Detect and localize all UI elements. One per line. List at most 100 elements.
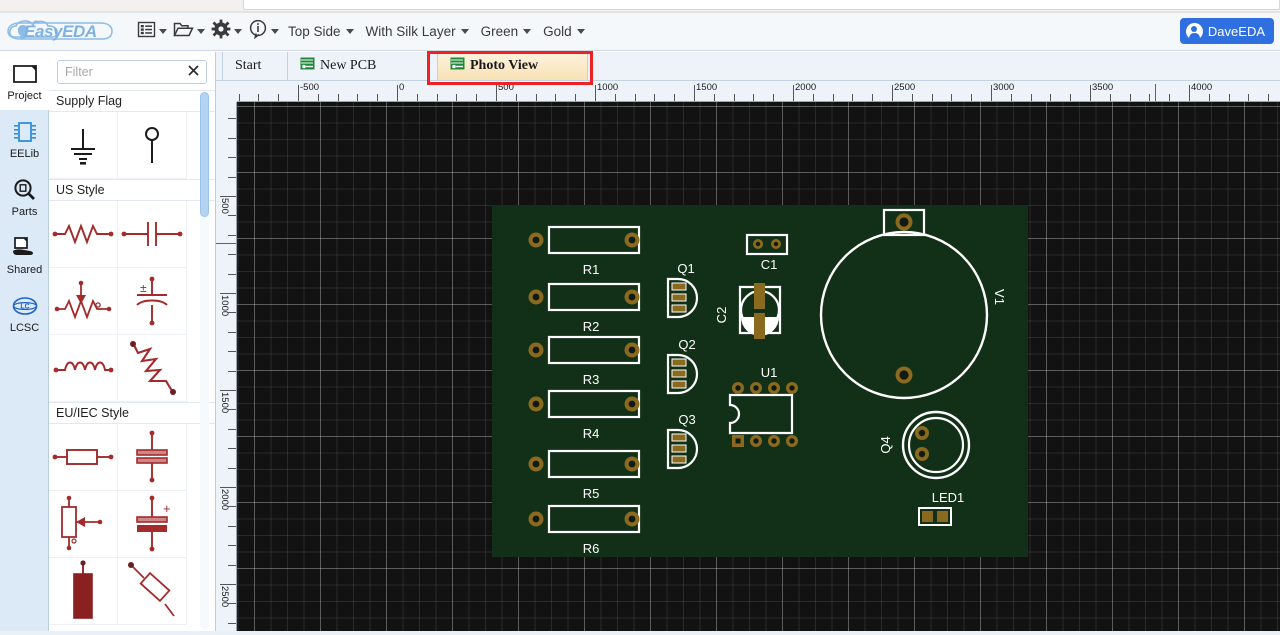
lcsc-globe-icon: LC bbox=[11, 292, 39, 320]
ruler-minor-tick bbox=[733, 94, 735, 101]
browser-chrome-strip bbox=[0, 0, 1280, 11]
svg-text:R1: R1 bbox=[583, 262, 600, 277]
ruler-minor-tick bbox=[1228, 94, 1230, 101]
ruler-minor-tick bbox=[951, 94, 953, 101]
sidebar-item-parts[interactable]: Parts bbox=[0, 168, 49, 226]
ruler-label: 500 bbox=[219, 198, 230, 214]
potentiometer-eu-symbol[interactable] bbox=[49, 491, 118, 558]
ruler-minor-tick bbox=[911, 94, 913, 101]
ruler-minor-tick bbox=[614, 94, 616, 101]
svg-text:V1: V1 bbox=[992, 289, 1007, 305]
ruler-minor-tick bbox=[228, 137, 236, 139]
main-toolbar: EasyEDA Top Side With Silk Layer Green G… bbox=[0, 13, 1280, 51]
silk-layer-dropdown[interactable]: With Silk Layer bbox=[360, 21, 475, 42]
gear-icon bbox=[211, 19, 231, 44]
ruler-minor-tick bbox=[476, 94, 478, 101]
ruler-major-tick bbox=[397, 85, 398, 101]
pcb-icon bbox=[300, 57, 315, 75]
ruler-minor-tick bbox=[575, 94, 577, 101]
ruler-label: 3500 bbox=[1092, 82, 1114, 93]
ruler-minor-tick bbox=[1030, 94, 1032, 101]
ruler-major-tick bbox=[298, 85, 299, 101]
info-icon bbox=[248, 19, 268, 44]
sidebar-item-lcsc[interactable]: LC LCSC bbox=[0, 284, 49, 342]
user-account-button[interactable]: DaveEDA bbox=[1179, 18, 1274, 44]
pcb-board[interactable]: R1 R2 R3 R4 R5 R6 Q1 Q2 Q3 C1 C2 U1 V1 Q… bbox=[492, 205, 1032, 560]
ruler-minor-tick bbox=[1208, 94, 1210, 101]
ruler-minor-tick bbox=[1268, 94, 1270, 101]
search-input[interactable] bbox=[58, 61, 206, 83]
ruler-minor-tick bbox=[436, 94, 438, 101]
ruler-minor-tick bbox=[258, 94, 260, 101]
ruler-minor-tick bbox=[1248, 94, 1250, 101]
polarized-capacitor-eu-symbol[interactable]: + bbox=[118, 491, 187, 558]
sidebar-item-eelib[interactable]: EELib bbox=[0, 110, 49, 168]
ruler-major-tick bbox=[220, 196, 236, 197]
sidebar-item-shared[interactable]: Shared bbox=[0, 226, 49, 284]
cursor-marker-horizontal bbox=[1155, 84, 1156, 101]
library-section-header: Supply Flag bbox=[49, 90, 215, 112]
inductor-us-symbol[interactable] bbox=[49, 335, 118, 402]
left-icon-rail: Project EELib Parts Shared LC LCSC bbox=[0, 52, 49, 635]
list-menu-icon bbox=[137, 20, 156, 44]
resistor-vertical-eu-symbol[interactable] bbox=[49, 558, 118, 625]
sidebar-item-project[interactable]: Project bbox=[0, 52, 49, 110]
easyeda-logo[interactable]: EasyEDA bbox=[6, 17, 124, 47]
library-scrollbar-track[interactable] bbox=[200, 92, 209, 630]
svg-text:Q2: Q2 bbox=[678, 337, 695, 352]
library-symbol-grid bbox=[49, 112, 215, 179]
svg-text:LED1: LED1 bbox=[932, 490, 965, 505]
finish-color-dropdown[interactable]: Gold bbox=[537, 21, 591, 42]
editor-tab-bar: Start New PCB Photo View bbox=[216, 52, 1280, 81]
ruler-minor-tick bbox=[1169, 94, 1171, 101]
capacitor-us-symbol[interactable] bbox=[118, 201, 187, 268]
gear-icon-button[interactable] bbox=[208, 18, 245, 46]
sidebar-item-label: LCSC bbox=[9, 322, 40, 334]
ruler-minor-tick bbox=[317, 94, 319, 101]
list-menu-icon-button[interactable] bbox=[134, 18, 170, 46]
tab-start[interactable]: Start bbox=[222, 52, 288, 80]
ruler-major-tick bbox=[220, 584, 236, 585]
variable-resistor-us-symbol[interactable] bbox=[118, 335, 187, 402]
ruler-label: 500 bbox=[498, 82, 514, 93]
ruler-minor-tick bbox=[515, 94, 517, 101]
tab-label: Start bbox=[235, 58, 262, 73]
net-port-symbol[interactable] bbox=[118, 112, 187, 179]
avatar bbox=[1185, 22, 1203, 40]
resistor-eu-symbol[interactable] bbox=[49, 424, 118, 491]
open-folder-icon-button[interactable] bbox=[170, 18, 208, 46]
shared-hand-icon bbox=[11, 234, 38, 262]
canvas-grid[interactable]: R1 R2 R3 R4 R5 R6 Q1 Q2 Q3 C1 C2 U1 V1 Q… bbox=[237, 102, 1280, 635]
browser-address-bar[interactable] bbox=[243, 0, 1280, 10]
ground-symbol[interactable] bbox=[49, 112, 118, 179]
info-icon-button[interactable] bbox=[245, 18, 282, 46]
svg-text:R4: R4 bbox=[583, 426, 600, 441]
ruler-label: 0 bbox=[399, 82, 405, 93]
ruler-minor-tick bbox=[535, 94, 537, 101]
close-icon[interactable] bbox=[187, 64, 201, 80]
library-section-header: EU/IEC Style bbox=[49, 402, 215, 424]
top-side-dropdown[interactable]: Top Side bbox=[282, 21, 360, 42]
solder-mask-color-dropdown[interactable]: Green bbox=[475, 21, 538, 42]
potentiometer-us-symbol[interactable] bbox=[49, 268, 118, 335]
filter-row bbox=[49, 52, 215, 90]
library-scrollbar-thumb[interactable] bbox=[200, 92, 209, 217]
ruler-major-tick bbox=[220, 390, 236, 391]
tab-new-pcb[interactable]: New PCB bbox=[288, 52, 438, 80]
ruler-minor-tick bbox=[228, 622, 236, 624]
svg-text:±: ± bbox=[140, 281, 147, 295]
ruler-minor-tick bbox=[228, 370, 236, 372]
tab-photo-view[interactable]: Photo View bbox=[438, 52, 588, 80]
ruler-label: -500 bbox=[300, 82, 320, 93]
chevron-down-icon bbox=[523, 29, 532, 34]
horizontal-ruler: -500050010001500200025003000350040004500 bbox=[216, 81, 1280, 102]
top-side-label: Top Side bbox=[288, 24, 341, 39]
polarized-capacitor-us-symbol[interactable]: ± bbox=[118, 268, 187, 335]
pcb-canvas[interactable]: R1 R2 R3 R4 R5 R6 Q1 Q2 Q3 C1 C2 U1 V1 Q… bbox=[216, 81, 1280, 635]
svg-text:Q1: Q1 bbox=[677, 261, 694, 276]
resistor-us-symbol[interactable] bbox=[49, 201, 118, 268]
variable-resistor-eu-symbol[interactable] bbox=[118, 558, 187, 625]
capacitor-eu-symbol[interactable] bbox=[118, 424, 187, 491]
svg-text:R5: R5 bbox=[583, 486, 600, 501]
ruler-minor-tick bbox=[228, 506, 236, 508]
